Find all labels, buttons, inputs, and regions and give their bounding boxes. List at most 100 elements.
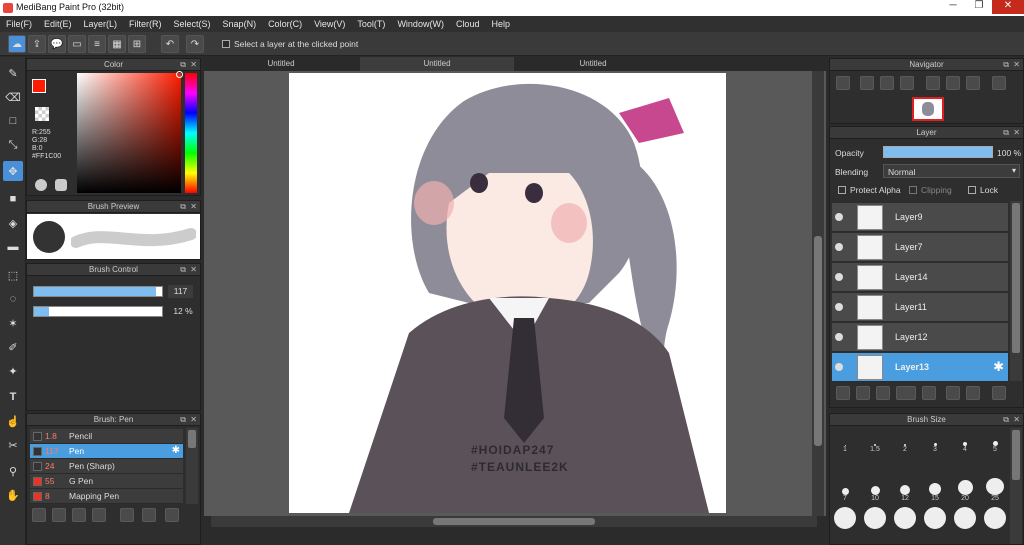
folder-icon[interactable]	[120, 508, 134, 522]
brush-dropdown-icon[interactable]	[92, 508, 106, 522]
lock-checkbox[interactable]	[968, 186, 976, 194]
move-tool-icon[interactable]: ✥	[3, 161, 23, 181]
brush-size-option[interactable]: 3	[921, 429, 949, 453]
minimize-icon[interactable]: ─	[940, 0, 966, 14]
undock-icon[interactable]: ⧉	[180, 264, 186, 276]
menu-cloud[interactable]: Cloud	[450, 16, 486, 32]
brush-item[interactable]: 1.8 Pencil	[30, 429, 183, 444]
fill-stroke-tool-icon[interactable]: ⤡	[3, 135, 23, 155]
brush-size-value[interactable]: 117	[168, 285, 193, 298]
palette-icon[interactable]	[35, 179, 47, 191]
brush-size-option[interactable]	[864, 507, 886, 529]
undock-icon[interactable]: ⧉	[1003, 414, 1009, 426]
layer-row[interactable]: Layer7	[832, 233, 1008, 262]
close-panel-icon[interactable]: ✕	[190, 201, 197, 213]
zoom-in-icon[interactable]	[836, 76, 850, 90]
new-layer-8bit-icon[interactable]	[876, 386, 890, 400]
brush-size-option[interactable]: 20	[951, 478, 979, 502]
hue-slider[interactable]	[185, 73, 197, 193]
brush-size-option[interactable]: 1	[831, 429, 859, 453]
comment-icon[interactable]: 💬	[48, 35, 66, 53]
brush-size-option[interactable]: 5	[981, 429, 1009, 453]
menu-help[interactable]: Help	[485, 16, 516, 32]
undo-icon[interactable]: ↶	[161, 35, 179, 53]
brush-size-slider[interactable]	[33, 286, 163, 297]
transparent-swatch[interactable]	[35, 107, 49, 121]
tab-untitled-2[interactable]: Untitled	[360, 57, 514, 71]
layer-row[interactable]: Layer11	[832, 293, 1008, 322]
tab-untitled-1[interactable]: Untitled	[204, 57, 358, 71]
duplicate-layer-icon[interactable]	[946, 386, 960, 400]
duplicate-icon[interactable]	[142, 508, 156, 522]
brush-opacity-slider[interactable]	[33, 306, 163, 317]
color-picker-handle[interactable]	[176, 71, 183, 78]
brush-size-option[interactable]: 10	[861, 478, 889, 502]
brush-size-option[interactable]	[984, 507, 1006, 529]
primary-color-swatch[interactable]	[32, 79, 46, 93]
brush-size-option[interactable]	[834, 507, 856, 529]
eye-icon[interactable]	[835, 213, 843, 221]
eye-icon[interactable]	[835, 303, 843, 311]
select-rect-tool-icon[interactable]: ⬚	[3, 265, 23, 285]
text-tool-icon[interactable]: T	[3, 387, 23, 407]
drawing-canvas[interactable]: #HOIDAP247 #TEAUNLEE2K	[289, 73, 726, 513]
rectangle-tool-icon[interactable]: □	[3, 111, 23, 131]
close-icon[interactable]: ✕	[992, 0, 1024, 14]
tab-untitled-3[interactable]: Untitled	[516, 57, 670, 71]
flip-icon[interactable]	[992, 76, 1006, 90]
close-panel-icon[interactable]: ✕	[1013, 414, 1020, 426]
trash-icon[interactable]	[992, 386, 1006, 400]
brush-size-option[interactable]: 12	[891, 478, 919, 502]
shape-fill-tool-icon[interactable]: ■	[3, 189, 23, 209]
brush-item-selected[interactable]: 117 Pen ✱	[30, 444, 183, 459]
brush-size-option[interactable]	[954, 507, 976, 529]
protect-alpha-checkbox[interactable]	[838, 186, 846, 194]
brush-item[interactable]: 55 G Pen	[30, 474, 183, 489]
select-layer-checkbox[interactable]	[222, 40, 230, 48]
layer-row[interactable]: Layer14	[832, 263, 1008, 292]
brush-size-option[interactable]: 1.5	[861, 429, 889, 453]
brush-size-option[interactable]: 15	[921, 478, 949, 502]
gear-icon[interactable]: ✱	[993, 359, 1004, 375]
layer-row[interactable]: Layer9	[832, 203, 1008, 232]
brush-item[interactable]: 8 Mapping Pen	[30, 489, 183, 504]
lasso-tool-icon[interactable]: ◌	[3, 289, 23, 309]
close-panel-icon[interactable]: ✕	[190, 264, 197, 276]
brush-list-scrollbar[interactable]	[186, 428, 198, 504]
list-icon[interactable]: ≡	[88, 35, 106, 53]
divide-tool-icon[interactable]: ✂	[3, 435, 23, 455]
brush-size-scrollbar[interactable]	[1010, 428, 1022, 544]
zoom-plus-icon[interactable]	[860, 76, 874, 90]
eye-icon[interactable]	[835, 333, 843, 341]
vertical-scrollbar[interactable]	[812, 71, 824, 516]
color-wheel-icon[interactable]	[55, 179, 67, 191]
menu-color[interactable]: Color(C)	[262, 16, 308, 32]
bucket-tool-icon[interactable]: ◈	[3, 213, 23, 233]
menu-filter[interactable]: Filter(R)	[123, 16, 168, 32]
undock-icon[interactable]: ⧉	[180, 59, 186, 71]
merge-down-icon[interactable]	[966, 386, 980, 400]
rotate-right-icon[interactable]	[966, 76, 980, 90]
panel-icon[interactable]: ▦	[108, 35, 126, 53]
operation-tool-icon[interactable]: ☝	[3, 411, 23, 431]
close-panel-icon[interactable]: ✕	[190, 414, 197, 426]
blending-select[interactable]: Normal ▾	[883, 164, 1020, 178]
grid-icon[interactable]: ⊞	[128, 35, 146, 53]
clipping-checkbox[interactable]	[909, 186, 917, 194]
eyedropper-tool-icon[interactable]: ⚲	[3, 461, 23, 481]
brush-size-option[interactable]	[894, 507, 916, 529]
magic-wand-tool-icon[interactable]: ✶	[3, 313, 23, 333]
close-panel-icon[interactable]: ✕	[1013, 127, 1020, 139]
zoom-out-icon[interactable]	[900, 76, 914, 90]
layer-add-dropdown-icon[interactable]	[896, 386, 916, 400]
new-halftone-layer-icon[interactable]	[856, 386, 870, 400]
brush-size-option[interactable]: 25	[981, 478, 1009, 502]
brush-tool-icon[interactable]: ✎	[3, 63, 23, 83]
eye-icon[interactable]	[835, 363, 843, 371]
hand-tool-icon[interactable]: ✋	[3, 485, 23, 505]
menu-layer[interactable]: Layer(L)	[78, 16, 124, 32]
menu-view[interactable]: View(V)	[308, 16, 351, 32]
undock-icon[interactable]: ⧉	[1003, 127, 1009, 139]
layer-list-scrollbar[interactable]	[1010, 201, 1022, 381]
menu-edit[interactable]: Edit(E)	[38, 16, 78, 32]
